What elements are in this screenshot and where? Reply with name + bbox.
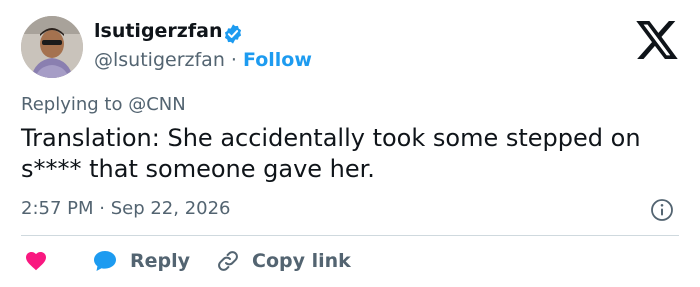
separator: · xyxy=(230,49,237,71)
like-button[interactable] xyxy=(24,247,48,275)
x-logo-icon[interactable] xyxy=(636,21,678,59)
avatar[interactable] xyxy=(21,16,83,78)
handle-line: @lsutigerzfan · Follow xyxy=(94,49,312,71)
heart-icon xyxy=(26,252,46,271)
timestamp[interactable]: 2:57 PM · Sep 22, 2026 xyxy=(21,198,231,219)
reply-label: Reply xyxy=(130,250,191,272)
follow-button[interactable]: Follow xyxy=(243,49,312,71)
link-icon xyxy=(218,251,238,271)
reply-context[interactable]: Replying to @CNN xyxy=(21,94,186,115)
copy-link-label: Copy link xyxy=(252,250,351,272)
copy-link-button[interactable]: Copy link xyxy=(216,247,351,275)
display-name[interactable]: lsutigerzfan xyxy=(94,20,222,42)
reply-button[interactable]: Reply xyxy=(92,247,190,275)
tweet-text: Translation: She accidentally took some … xyxy=(21,124,641,183)
reply-bubble-icon xyxy=(94,251,116,271)
verified-badge-icon xyxy=(224,24,242,44)
info-icon[interactable] xyxy=(650,198,674,222)
divider xyxy=(21,235,679,236)
handle[interactable]: @lsutigerzfan xyxy=(94,49,225,71)
